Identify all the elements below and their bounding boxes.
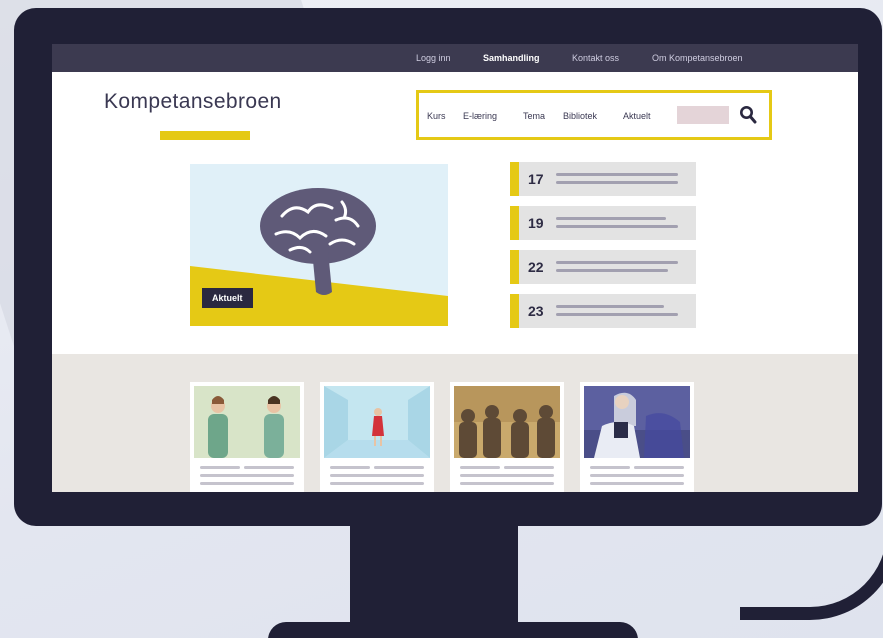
card-text-line <box>200 466 240 469</box>
event-text-line <box>556 181 678 184</box>
event-text-line <box>556 225 678 228</box>
hero-badge-aktuelt[interactable]: Aktuelt <box>202 288 253 308</box>
card-text-line <box>330 482 424 485</box>
nav-item-kurs[interactable]: Kurs <box>427 111 446 121</box>
card-text-line <box>244 466 294 469</box>
event-day: 22 <box>528 259 544 275</box>
search-icon[interactable] <box>739 105 757 125</box>
card-text-line <box>330 466 370 469</box>
topbar-link-samhandling[interactable]: Samhandling <box>483 53 540 63</box>
card-image <box>194 386 300 458</box>
main-navigation: Kurs E-læring Tema Bibliotek Aktuelt <box>416 90 772 140</box>
event-text-line <box>556 217 666 220</box>
search-input[interactable] <box>677 106 729 124</box>
card-text-line <box>200 482 294 485</box>
article-card[interactable] <box>320 382 434 492</box>
event-text-line <box>556 305 664 308</box>
card-text-line <box>200 474 294 477</box>
card-image <box>454 386 560 458</box>
girl-in-room-illustration <box>324 386 430 458</box>
event-accent <box>510 250 519 284</box>
hero-banner[interactable]: Aktuelt <box>190 164 448 326</box>
top-utility-bar: Logg inn Samhandling Kontakt oss Om Komp… <box>52 44 858 72</box>
event-day: 23 <box>528 303 544 319</box>
card-section <box>52 354 858 492</box>
elderly-person-illustration <box>584 386 690 458</box>
event-day: 17 <box>528 171 544 187</box>
monitor-base <box>268 622 638 638</box>
card-text-line <box>590 466 630 469</box>
card-text-line <box>590 474 684 477</box>
event-item[interactable]: 23 <box>510 294 696 328</box>
card-text-line <box>374 466 424 469</box>
event-accent <box>510 206 519 240</box>
nav-item-bibliotek[interactable]: Bibliotek <box>563 111 597 121</box>
event-text-line <box>556 269 668 272</box>
event-text-line <box>556 261 678 264</box>
monitor-neck <box>350 520 518 630</box>
audience-silhouettes-illustration <box>454 386 560 458</box>
event-text-line <box>556 313 678 316</box>
two-people-illustration <box>194 386 300 458</box>
article-card[interactable] <box>190 382 304 492</box>
card-text-line <box>504 466 554 469</box>
card-image <box>324 386 430 458</box>
event-day: 19 <box>528 215 544 231</box>
event-item[interactable]: 17 <box>510 162 696 196</box>
event-item[interactable]: 22 <box>510 250 696 284</box>
card-text-line <box>460 482 554 485</box>
card-text-line <box>460 466 500 469</box>
card-text-line <box>590 482 684 485</box>
card-image <box>584 386 690 458</box>
site-logo[interactable]: Kompetansebroen <box>104 90 282 114</box>
card-text-line <box>460 474 554 477</box>
event-item[interactable]: 19 <box>510 206 696 240</box>
event-accent <box>510 162 519 196</box>
topbar-link-om-kompetansebroen[interactable]: Om Kompetansebroen <box>652 53 743 63</box>
event-text-line <box>556 173 678 176</box>
article-card[interactable] <box>450 382 564 492</box>
topbar-link-logg-inn[interactable]: Logg inn <box>416 53 451 63</box>
topbar-link-kontakt-oss[interactable]: Kontakt oss <box>572 53 619 63</box>
article-card[interactable] <box>580 382 694 492</box>
nav-item-aktuelt[interactable]: Aktuelt <box>623 111 651 121</box>
nav-item-e-laering[interactable]: E-læring <box>463 111 497 121</box>
logo-underline <box>160 131 250 140</box>
card-text-line <box>330 474 424 477</box>
card-text-line <box>634 466 684 469</box>
event-accent <box>510 294 519 328</box>
nav-item-tema[interactable]: Tema <box>523 111 545 121</box>
monitor-screen: Logg inn Samhandling Kontakt oss Om Komp… <box>52 44 858 492</box>
